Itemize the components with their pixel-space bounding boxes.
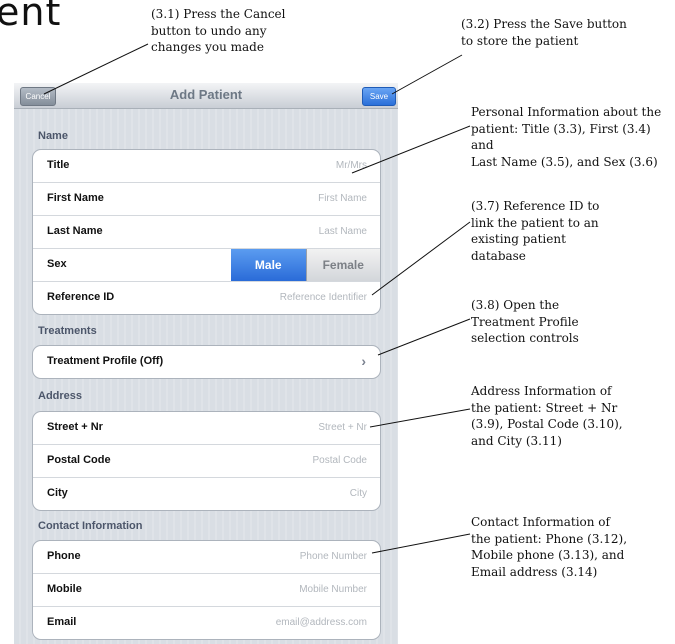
annotation-save: (3.2) Press the Save button to store the… bbox=[461, 17, 627, 48]
treatment-profile-row[interactable]: Treatment Profile (Off) › bbox=[33, 346, 380, 378]
line-save bbox=[391, 54, 463, 95]
annotation-address: Address Information of the patient: Stre… bbox=[471, 384, 623, 448]
save-button[interactable]: Save bbox=[362, 87, 396, 106]
sex-segmented-control: Male Female bbox=[231, 249, 380, 281]
section-label-contact: Contact Information bbox=[38, 520, 143, 532]
mobile-row[interactable]: Mobile Mobile Number bbox=[33, 574, 380, 607]
street-label: Street + Nr bbox=[47, 421, 103, 433]
reference-id-row[interactable]: Reference ID Reference Identifier bbox=[33, 282, 380, 314]
sex-option-male[interactable]: Male bbox=[231, 249, 306, 281]
phone-field[interactable]: Phone Number bbox=[300, 551, 367, 562]
mobile-field[interactable]: Mobile Number bbox=[299, 584, 367, 595]
last-name-label: Last Name bbox=[47, 225, 103, 237]
street-field[interactable]: Street + Nr bbox=[318, 422, 367, 433]
form-content: Name Title Mr/Mrs First Name First Name … bbox=[14, 109, 398, 644]
nav-title: Add Patient bbox=[169, 87, 243, 102]
slide-title-fragment: ent bbox=[0, 0, 62, 34]
title-row[interactable]: Title Mr/Mrs bbox=[33, 150, 380, 183]
annotation-personal-info: Personal Information about the patient: … bbox=[471, 105, 662, 169]
email-row[interactable]: Email email@address.com bbox=[33, 607, 380, 639]
address-group: Street + Nr Street + Nr Postal Code Post… bbox=[32, 411, 381, 511]
chevron-right-icon: › bbox=[361, 353, 366, 369]
street-row[interactable]: Street + Nr Street + Nr bbox=[33, 412, 380, 445]
section-label-name: Name bbox=[38, 130, 68, 142]
first-name-label: First Name bbox=[47, 192, 104, 204]
last-name-field[interactable]: Last Name bbox=[319, 226, 367, 237]
phone-label: Phone bbox=[47, 550, 81, 562]
first-name-field[interactable]: First Name bbox=[318, 193, 367, 204]
sex-option-female[interactable]: Female bbox=[305, 249, 380, 281]
annotation-contact: Contact Information of the patient: Phon… bbox=[471, 515, 628, 579]
annotation-treatment-profile: (3.8) Open the Treatment Profile selecti… bbox=[471, 298, 579, 345]
section-label-address: Address bbox=[38, 390, 83, 402]
sex-label: Sex bbox=[47, 258, 67, 270]
postal-code-row[interactable]: Postal Code Postal Code bbox=[33, 445, 380, 478]
contact-group: Phone Phone Number Mobile Mobile Number … bbox=[32, 540, 381, 640]
add-patient-screen: Cancel Add Patient Save Name Title Mr/Mr… bbox=[14, 83, 398, 644]
phone-row[interactable]: Phone Phone Number bbox=[33, 541, 380, 574]
city-label: City bbox=[47, 487, 68, 499]
postal-code-label: Postal Code bbox=[47, 454, 111, 466]
treatment-profile-label: Treatment Profile (Off) bbox=[47, 355, 164, 367]
title-label: Title bbox=[47, 159, 70, 171]
section-label-treatments: Treatments bbox=[38, 325, 97, 337]
navigation-bar: Cancel Add Patient Save bbox=[14, 83, 398, 109]
email-label: Email bbox=[47, 616, 77, 628]
last-name-row[interactable]: Last Name Last Name bbox=[33, 216, 380, 249]
title-field[interactable]: Mr/Mrs bbox=[336, 160, 367, 171]
name-group: Title Mr/Mrs First Name First Name Last … bbox=[32, 149, 381, 315]
email-field[interactable]: email@address.com bbox=[276, 617, 367, 628]
reference-id-field[interactable]: Reference Identifier bbox=[280, 292, 367, 303]
treatments-group: Treatment Profile (Off) › bbox=[32, 345, 381, 379]
postal-code-field[interactable]: Postal Code bbox=[313, 455, 367, 466]
mobile-label: Mobile bbox=[47, 583, 82, 595]
first-name-row[interactable]: First Name First Name bbox=[33, 183, 380, 216]
city-row[interactable]: City City bbox=[33, 478, 380, 510]
annotation-cancel: (3.1) Press the Cancel button to undo an… bbox=[151, 7, 286, 54]
city-field[interactable]: City bbox=[350, 488, 367, 499]
sex-row: Sex Male Female bbox=[33, 249, 380, 282]
reference-id-label: Reference ID bbox=[47, 291, 115, 303]
annotation-reference-id: (3.7) Reference ID to link the patient t… bbox=[471, 199, 600, 263]
